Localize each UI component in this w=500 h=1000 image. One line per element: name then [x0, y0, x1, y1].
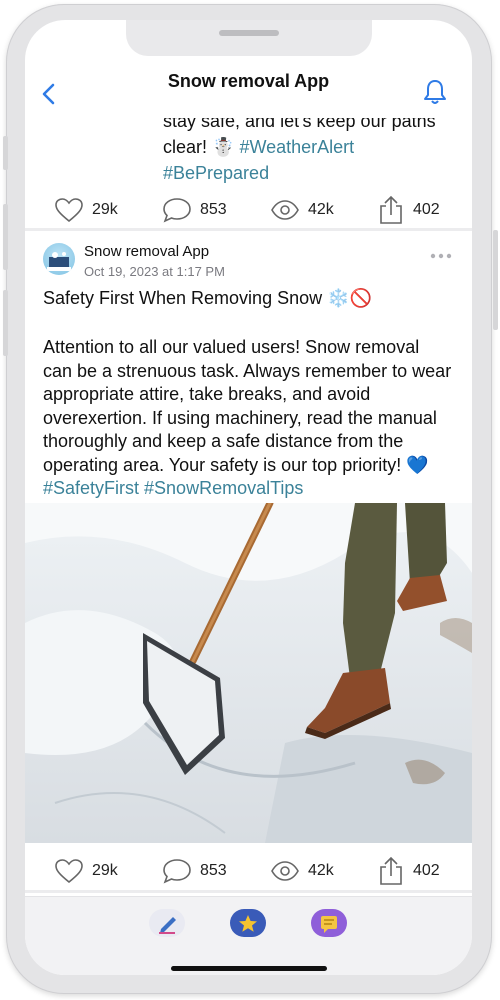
snow-shovel-photo: [25, 503, 472, 843]
views-stat: 42k: [270, 190, 334, 230]
comment-icon: [163, 198, 191, 223]
view-count: 42k: [308, 201, 334, 218]
post-divider: [25, 228, 472, 231]
like-count: 29k: [92, 862, 118, 879]
prev-post-line-text: clear! ☃️: [163, 137, 235, 157]
prev-post-line: clear! ☃️ #WeatherAlert: [163, 134, 453, 160]
tab-compose[interactable]: [149, 909, 185, 937]
top-nav-bar: Snow removal App: [25, 60, 472, 118]
comment-count: 853: [200, 862, 227, 879]
post-body-text: Attention to all our valued users! Snow …: [43, 337, 452, 475]
view-count: 42k: [308, 862, 334, 879]
heart-icon: [55, 198, 83, 223]
views-stat: 42k: [270, 851, 334, 891]
hashtag-link[interactable]: #WeatherAlert: [239, 137, 354, 157]
page-title: Snow removal App: [167, 71, 330, 91]
share-count: 402: [413, 862, 440, 879]
avatar[interactable]: [43, 243, 75, 275]
comment-button[interactable]: 853: [162, 851, 227, 891]
avatar-snow-scene-icon: [47, 252, 71, 271]
speaker-grille: [219, 30, 279, 36]
post-title: Safety First When Removing Snow ❄️🚫: [43, 288, 372, 308]
star-icon: [239, 915, 257, 932]
eye-icon: [271, 861, 299, 881]
comment-icon: [163, 859, 191, 884]
post-photo[interactable]: [25, 503, 472, 843]
power-button: [493, 230, 498, 330]
comment-button[interactable]: 853: [162, 190, 227, 230]
share-icon: [380, 195, 402, 224]
post-timestamp: Oct 19, 2023 at 1:17 PM: [84, 264, 225, 279]
compose-icon: [159, 917, 176, 934]
volume-down-button: [3, 290, 8, 356]
hashtag-link[interactable]: #BePrepared: [163, 160, 453, 186]
chat-icon: [321, 916, 337, 933]
share-button[interactable]: 402: [377, 190, 440, 230]
like-button[interactable]: 29k: [54, 190, 118, 230]
app-screen: stay safe, and let's keep our paths clea…: [25, 20, 472, 975]
post-author-name[interactable]: Snow removal App: [84, 243, 209, 260]
like-button[interactable]: 29k: [54, 851, 118, 891]
tab-favorites[interactable]: [230, 909, 266, 937]
share-button[interactable]: 402: [377, 851, 440, 891]
post-hashtags[interactable]: #SafetyFirst #SnowRemovalTips: [43, 478, 303, 498]
post-body: Attention to all our valued users! Snow …: [43, 336, 453, 501]
bell-icon[interactable]: [422, 78, 448, 106]
volume-up-button: [3, 204, 8, 270]
eye-icon: [271, 200, 299, 220]
comment-count: 853: [200, 201, 227, 218]
share-count: 402: [413, 201, 440, 218]
device-notch: [126, 20, 372, 56]
like-count: 29k: [92, 201, 118, 218]
post-actions: 29k 853 42k 402: [25, 851, 472, 897]
share-icon: [380, 856, 402, 885]
silent-switch: [3, 136, 8, 170]
prev-post-text: stay safe, and let's keep our paths clea…: [163, 108, 453, 186]
home-indicator[interactable]: [171, 966, 327, 971]
more-options-icon[interactable]: [430, 248, 452, 264]
tab-messages[interactable]: [311, 909, 347, 937]
bottom-tab-bar: [25, 896, 472, 975]
heart-icon: [55, 859, 83, 884]
